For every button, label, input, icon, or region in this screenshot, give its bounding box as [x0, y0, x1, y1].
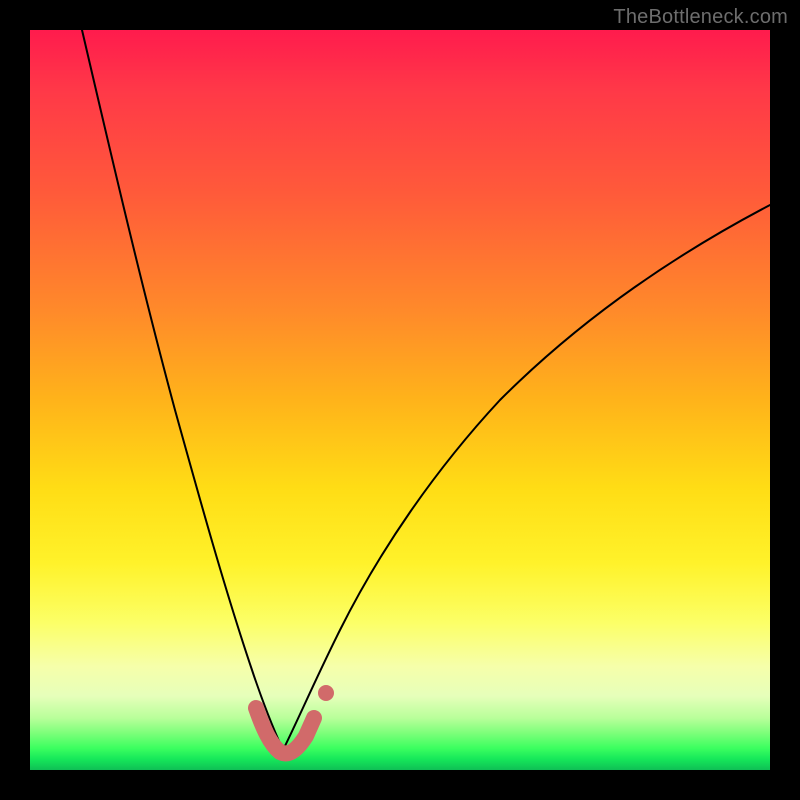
bottleneck-curve-svg	[30, 30, 770, 770]
watermark-text: TheBottleneck.com	[613, 6, 788, 29]
plot-area	[30, 30, 770, 770]
chart-frame: TheBottleneck.com	[0, 0, 800, 800]
curve-left-branch	[82, 30, 283, 750]
trough-highlight-dot	[318, 685, 334, 701]
curve-right-branch	[283, 205, 770, 750]
trough-highlight	[256, 708, 314, 753]
